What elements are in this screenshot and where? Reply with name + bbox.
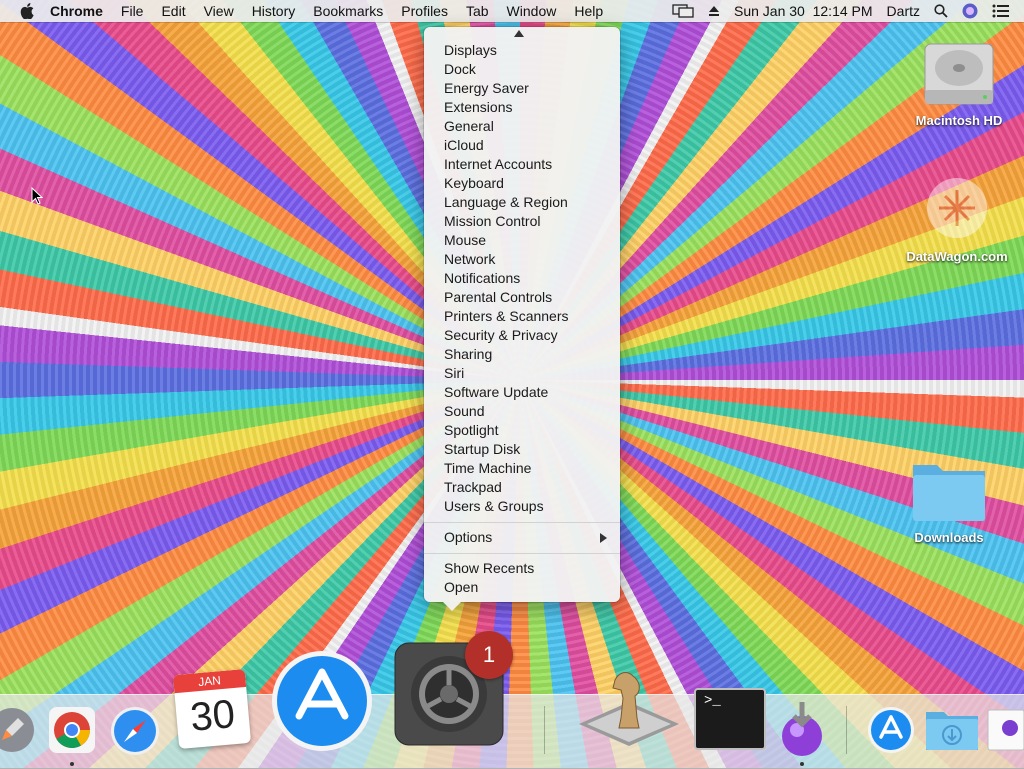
menu-item-keyboard[interactable]: Keyboard — [444, 174, 504, 193]
desktop-icon-label: DataWagon.com — [906, 249, 1008, 264]
menu-item-sharing[interactable]: Sharing — [444, 345, 492, 364]
dock-calendar[interactable]: JAN 30 — [172, 669, 252, 749]
dock-separator — [846, 706, 847, 754]
menu-bar: Chrome File Edit View History Bookmarks … — [0, 0, 1024, 22]
desktop-icon-datawagon[interactable]: DataWagon.com — [902, 170, 1012, 264]
safari-compass-icon — [111, 707, 159, 755]
menu-item-trackpad[interactable]: Trackpad — [444, 478, 502, 497]
user-avatar-icon[interactable] — [955, 3, 985, 19]
app-store-icon — [272, 651, 372, 751]
menu-item-language-region[interactable]: Language & Region — [444, 193, 568, 212]
submenu-arrow-icon — [600, 533, 607, 543]
menu-item-open[interactable]: Open — [444, 578, 478, 597]
folder-icon — [913, 465, 985, 521]
menu-item-displays[interactable]: Displays — [444, 41, 497, 60]
dock-app-store[interactable] — [271, 650, 373, 757]
menu-item-mouse[interactable]: Mouse — [444, 231, 486, 250]
desktop-icon-label: Downloads — [914, 530, 984, 545]
clock[interactable]: Sun Jan 30 12:14 PM — [727, 3, 880, 19]
menu-item-general[interactable]: General — [444, 117, 494, 136]
menu-tab[interactable]: Tab — [457, 3, 498, 19]
apple-icon[interactable] — [20, 3, 34, 19]
system-preferences-dock-menu: Displays Dock Energy Saver Extensions Ge… — [424, 27, 620, 611]
menu-edit[interactable]: Edit — [152, 3, 194, 19]
notification-badge: 1 — [465, 631, 513, 679]
menu-item-parental-controls[interactable]: Parental Controls — [444, 288, 552, 307]
launchpad-icon — [0, 708, 34, 752]
menu-item-dock[interactable]: Dock — [444, 60, 476, 79]
menu-item-icloud[interactable]: iCloud — [444, 136, 484, 155]
dock-launchpad[interactable] — [0, 706, 36, 759]
hard-drive-icon — [924, 43, 994, 105]
desktop-icon-macintosh-hd[interactable]: Macintosh HD — [904, 34, 1014, 128]
user-menu[interactable]: Dartz — [880, 3, 927, 19]
running-indicator — [800, 762, 804, 766]
dock-separator — [544, 706, 545, 754]
downloads-folder-icon — [926, 712, 978, 750]
menu-item-time-machine[interactable]: Time Machine — [444, 459, 531, 478]
menu-window[interactable]: Window — [498, 3, 566, 19]
mouse-cursor-icon — [31, 187, 43, 205]
menu-bookmarks[interactable]: Bookmarks — [304, 3, 392, 19]
menu-item-startup-disk[interactable]: Startup Disk — [444, 440, 520, 459]
menu-item-mission-control[interactable]: Mission Control — [444, 212, 540, 231]
menu-item-extensions[interactable]: Extensions — [444, 98, 512, 117]
menu-item-users-groups[interactable]: Users & Groups — [444, 497, 544, 516]
server-file-icon — [927, 178, 987, 238]
dock-document-stack[interactable] — [986, 708, 1024, 757]
menu-item-options[interactable]: Options — [444, 528, 492, 547]
dock-google-chrome[interactable] — [49, 707, 95, 758]
menu-file[interactable]: File — [112, 3, 153, 19]
installer-icon — [782, 702, 822, 756]
menu-item-show-recents[interactable]: Show Recents — [444, 559, 534, 578]
menu-item-security-privacy[interactable]: Security & Privacy — [444, 326, 558, 345]
display-mirroring-icon[interactable] — [665, 3, 701, 19]
menu-item-energy-saver[interactable]: Energy Saver — [444, 79, 529, 98]
dock-terminal[interactable]: >_ — [694, 688, 766, 750]
calendar-day: 30 — [188, 692, 237, 740]
dock-app-store-folder[interactable] — [867, 706, 915, 759]
dock-chess[interactable] — [575, 662, 683, 753]
app-store-icon — [868, 707, 914, 753]
menu-view[interactable]: View — [195, 3, 243, 19]
terminal-icon: >_ — [694, 688, 766, 750]
menu-item-notifications[interactable]: Notifications — [444, 269, 520, 288]
eject-icon[interactable] — [701, 5, 727, 17]
desktop-icon-label: Macintosh HD — [915, 113, 1003, 128]
menu-item-sound[interactable]: Sound — [444, 402, 484, 421]
menu-item-printers-scanners[interactable]: Printers & Scanners — [444, 307, 569, 326]
document-icon — [987, 709, 1024, 751]
menu-history[interactable]: History — [243, 3, 305, 19]
status-area: Sun Jan 30 12:14 PM Dartz — [665, 0, 1024, 22]
dock-safari[interactable] — [110, 706, 160, 761]
menu-item-internet-accounts[interactable]: Internet Accounts — [444, 155, 552, 174]
menu-separator — [424, 522, 620, 523]
terminal-prompt: >_ — [704, 693, 721, 709]
notification-center-icon[interactable] — [985, 4, 1024, 18]
calendar-icon: JAN 30 — [172, 669, 252, 749]
chrome-icon — [49, 707, 95, 753]
menu-help[interactable]: Help — [565, 3, 612, 19]
menu-item-spotlight[interactable]: Spotlight — [444, 421, 498, 440]
menu-separator — [424, 553, 620, 554]
search-icon[interactable] — [927, 4, 955, 18]
scroll-up-arrow-icon[interactable] — [514, 30, 524, 37]
chess-knight-icon — [579, 672, 679, 746]
app-menu-chrome[interactable]: Chrome — [48, 3, 112, 19]
dock-installer[interactable] — [777, 700, 827, 763]
menu-item-siri[interactable]: Siri — [444, 364, 464, 383]
running-indicator — [70, 762, 74, 766]
menu-item-network[interactable]: Network — [444, 250, 495, 269]
menu-profiles[interactable]: Profiles — [392, 3, 457, 19]
desktop-icon-downloads[interactable]: Downloads — [894, 455, 1004, 545]
menu-item-software-update[interactable]: Software Update — [444, 383, 548, 402]
dock-downloads-stack[interactable] — [924, 708, 980, 757]
